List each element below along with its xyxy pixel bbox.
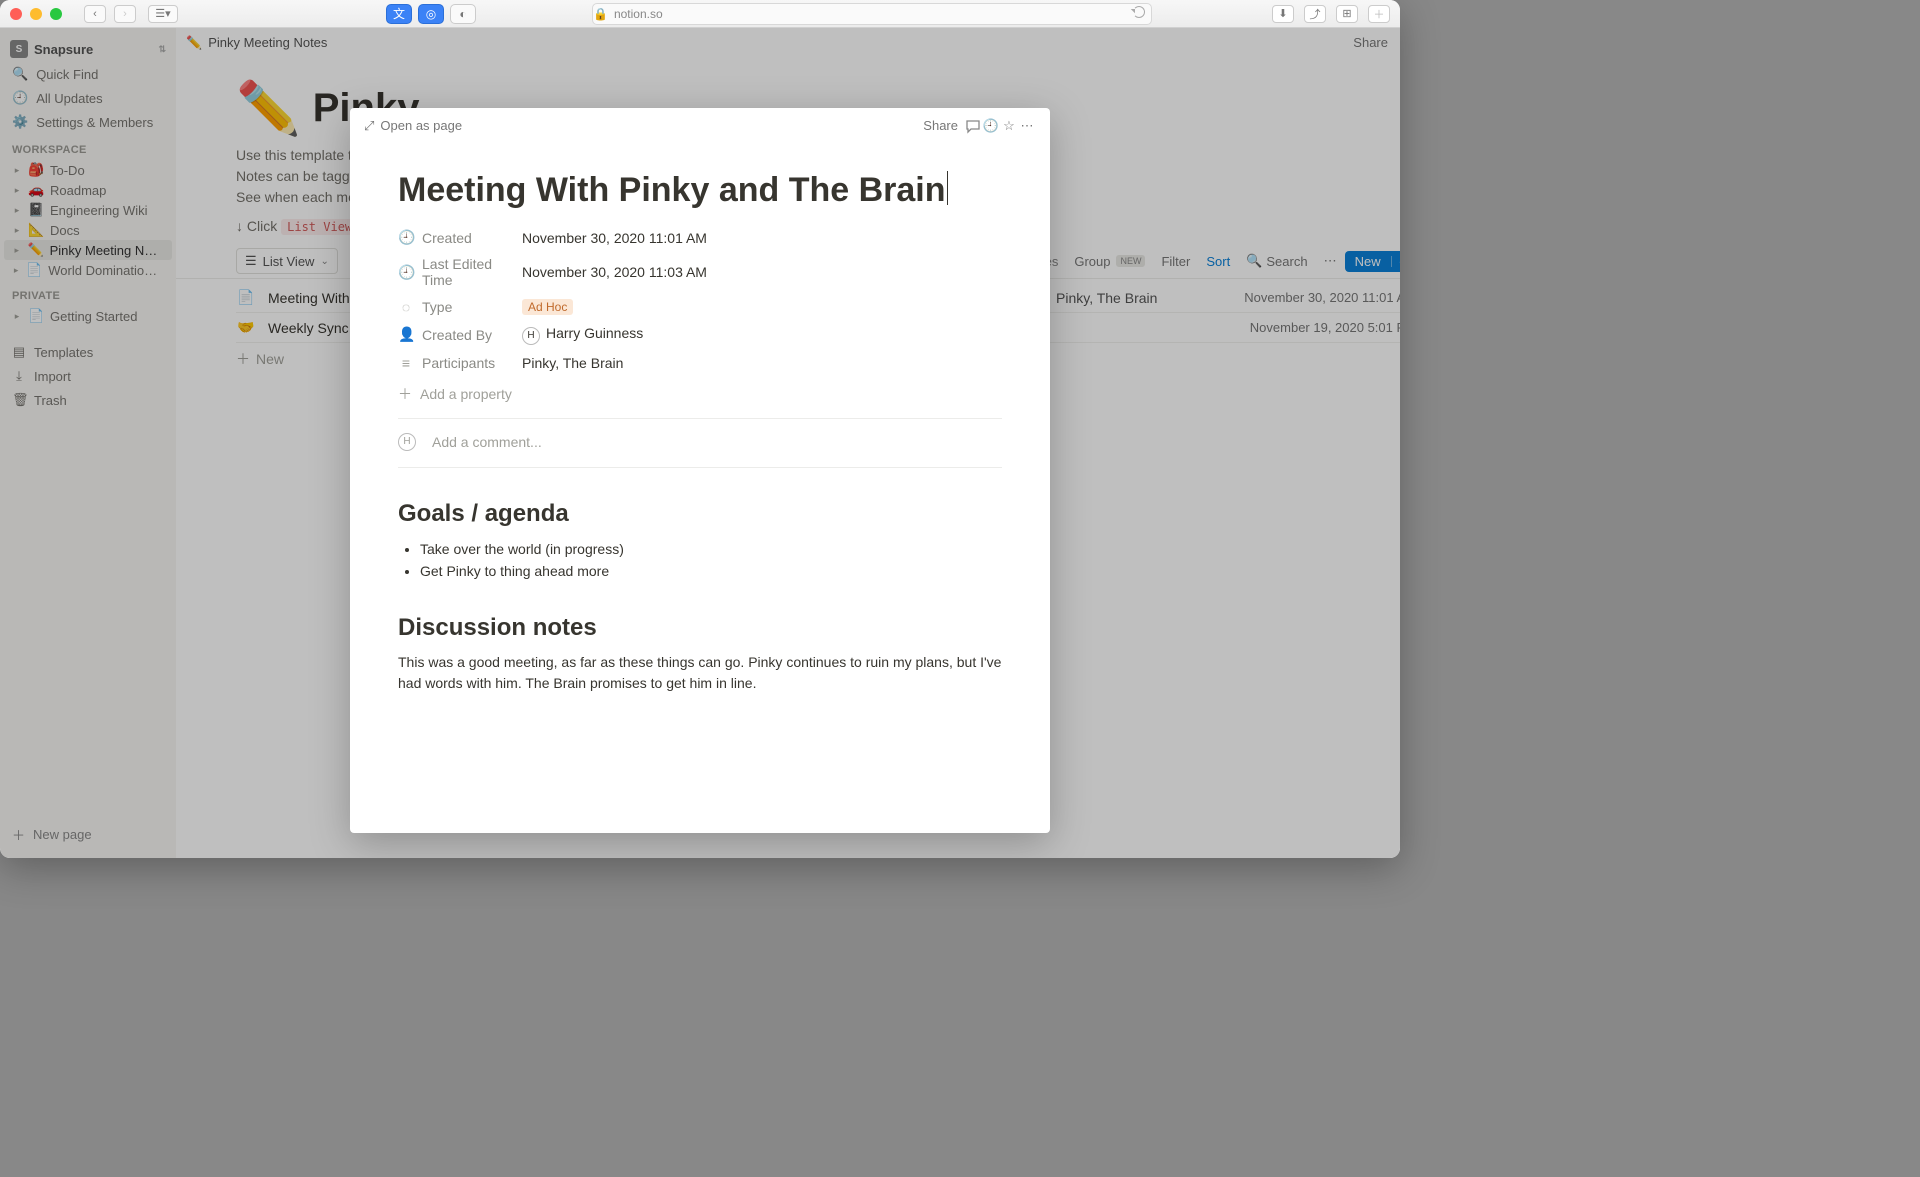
modal-share-button[interactable]: Share bbox=[917, 116, 964, 135]
new-tab-button[interactable]: ＋ bbox=[1368, 5, 1390, 23]
minimize-window[interactable] bbox=[30, 8, 42, 20]
avatar: H bbox=[522, 327, 540, 345]
add-property[interactable]: ＋Add a property bbox=[398, 376, 1002, 412]
forward-button[interactable]: › bbox=[114, 5, 136, 23]
plus-icon: ＋ bbox=[398, 384, 412, 404]
modal-topbar: ⤢ Open as page Share 🕘 ☆ ⋯ bbox=[350, 108, 1050, 143]
prop-last-edited: 🕘Last Edited Time November 30, 2020 11:0… bbox=[398, 251, 1002, 293]
maximize-window[interactable] bbox=[50, 8, 62, 20]
prop-created-by: 👤Created By HHarry Guinness bbox=[398, 320, 1002, 350]
prop-type: ◌Type Ad Hoc bbox=[398, 293, 1002, 320]
lock-icon: 🔒 bbox=[593, 7, 608, 21]
list-item[interactable]: Take over the world (in progress) bbox=[420, 538, 1002, 560]
close-window[interactable] bbox=[10, 8, 22, 20]
text-icon: ≡ bbox=[398, 355, 414, 371]
extension-1password-icon[interactable]: ◎ bbox=[418, 4, 444, 24]
favorite-star-icon[interactable]: ☆ bbox=[1000, 117, 1018, 135]
sidebar-toggle[interactable]: ☰▾ bbox=[148, 5, 178, 23]
list-item[interactable]: Get Pinky to thing ahead more bbox=[420, 560, 1002, 582]
divider bbox=[398, 418, 1002, 419]
avatar: H bbox=[398, 433, 416, 451]
window-controls bbox=[10, 8, 62, 20]
url-host: notion.so bbox=[614, 7, 663, 21]
modal-title[interactable]: Meeting With Pinky and The Brain bbox=[398, 171, 1002, 210]
add-comment[interactable]: H Add a comment... bbox=[398, 423, 1002, 461]
person-icon: 👤 bbox=[398, 326, 414, 343]
downloads-icon[interactable]: ⬇ bbox=[1272, 5, 1294, 23]
comments-icon[interactable] bbox=[964, 117, 982, 135]
back-button[interactable]: ‹ bbox=[84, 5, 106, 23]
titlebar: ‹ › ☰▾ 文 ◎ ◐ 🔒 notion.so ⬇ ⤴ ⊞ ＋ bbox=[0, 0, 1400, 28]
clock-icon: 🕘 bbox=[398, 229, 414, 246]
tag-icon: ◌ bbox=[398, 299, 414, 315]
text-cursor bbox=[947, 171, 948, 205]
address-bar[interactable]: 🔒 notion.so bbox=[592, 3, 1152, 25]
divider bbox=[398, 467, 1002, 468]
heading-goals[interactable]: Goals / agenda bbox=[398, 500, 1002, 528]
modal-content[interactable]: Goals / agenda Take over the world (in p… bbox=[398, 500, 1002, 694]
paragraph[interactable]: This was a good meeting, as far as these… bbox=[398, 652, 1002, 694]
more-icon[interactable]: ⋯ bbox=[1018, 117, 1036, 135]
open-as-page[interactable]: ⤢ Open as page bbox=[364, 118, 462, 134]
tabs-icon[interactable]: ⊞ bbox=[1336, 5, 1358, 23]
page-peek-modal: ⤢ Open as page Share 🕘 ☆ ⋯ Meeting With … bbox=[350, 108, 1050, 833]
clock-icon: 🕘 bbox=[398, 264, 414, 281]
prop-participants: ≡Participants Pinky, The Brain bbox=[398, 350, 1002, 376]
share-icon[interactable]: ⤴ bbox=[1304, 5, 1326, 23]
reload-icon[interactable] bbox=[1133, 6, 1145, 21]
expand-icon: ⤢ bbox=[364, 118, 374, 134]
prop-created: 🕘Created November 30, 2020 11:01 AM bbox=[398, 224, 1002, 251]
reader-mode-icon[interactable]: ◐ bbox=[450, 4, 476, 24]
extension-translate-icon[interactable]: 文 bbox=[386, 4, 412, 24]
browser-window: ‹ › ☰▾ 文 ◎ ◐ 🔒 notion.so ⬇ ⤴ ⊞ ＋ S bbox=[0, 0, 1400, 858]
heading-discussion[interactable]: Discussion notes bbox=[398, 614, 1002, 642]
updates-icon[interactable]: 🕘 bbox=[982, 117, 1000, 135]
